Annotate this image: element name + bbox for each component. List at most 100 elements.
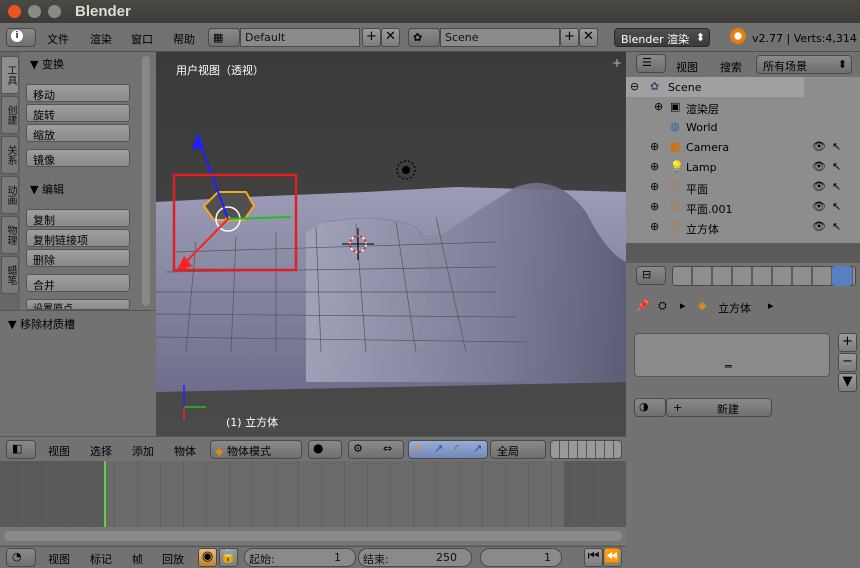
record-icon[interactable]: ◉ — [198, 548, 217, 567]
menu-search[interactable]: 搜索 — [720, 59, 742, 75]
expand-icon[interactable]: ⊕ — [650, 200, 659, 213]
editor-type-button[interactable]: ◧ — [6, 440, 36, 459]
editor-type-button[interactable]: i — [6, 28, 36, 47]
select-cursor-icon[interactable]: ↖ — [832, 220, 841, 233]
translate-button[interactable]: 移动 — [26, 84, 130, 102]
editor-type-button[interactable]: ⊟ — [636, 266, 666, 285]
rotate-button[interactable]: 旋转 — [26, 104, 130, 122]
tab-create[interactable]: 创建 — [1, 96, 19, 134]
maximize-window-button[interactable] — [48, 5, 61, 18]
set-origin-button[interactable]: 设置原点 — [26, 299, 130, 310]
tab-grease-pencil[interactable]: 蜡笔 — [1, 256, 19, 294]
expand-icon[interactable]: ⊕ — [650, 160, 659, 173]
expand-icon[interactable]: ⊕ — [650, 140, 659, 153]
pivot-snap-buttons[interactable]: ⚙ ⇔ — [348, 440, 404, 459]
properties-context-tabs[interactable] — [672, 266, 856, 286]
edit-panel-header[interactable]: ▼ 编辑 — [30, 181, 64, 197]
expand-icon[interactable]: ⊕ — [650, 220, 659, 233]
move-manipulator-icon[interactable]: ↗ — [434, 442, 443, 455]
material-browse-button[interactable]: ◑ — [634, 398, 666, 417]
resize-handle-icon[interactable]: ═ — [725, 360, 732, 373]
select-cursor-icon[interactable]: ↖ — [832, 140, 841, 153]
rotate-manipulator-icon[interactable]: ◜ — [455, 442, 459, 455]
tab-tools[interactable]: 工具 — [1, 56, 19, 94]
remove-material-slot-button[interactable]: − — [838, 353, 857, 372]
scale-manipulator-icon[interactable]: ↗ — [473, 442, 482, 455]
menu-window[interactable]: 窗口 — [131, 31, 153, 47]
mode-dropdown[interactable]: ◆ 物体模式 — [210, 440, 302, 459]
menu-playback[interactable]: 回放 — [162, 551, 184, 567]
current-frame-field[interactable]: 1 — [480, 548, 562, 567]
timeline-scrollbar[interactable] — [4, 531, 622, 541]
delete-screen-button[interactable]: ✕ — [381, 28, 400, 47]
orientation-dropdown[interactable]: 全局 — [490, 440, 546, 459]
menu-help[interactable]: 帮助 — [173, 31, 195, 47]
area-divider[interactable] — [626, 243, 860, 263]
screen-layout-selector[interactable]: ▦ — [208, 28, 240, 47]
scene-field[interactable]: Scene — [440, 28, 560, 47]
menu-frame[interactable]: 帧 — [132, 551, 143, 567]
scale-button[interactable]: 缩放 — [26, 124, 130, 142]
operator-panel-title[interactable]: ▼ 移除材质槽 — [8, 316, 75, 332]
select-cursor-icon[interactable]: ↖ — [832, 180, 841, 193]
select-cursor-icon[interactable]: ↖ — [832, 200, 841, 213]
tab-relations[interactable]: 关系 — [1, 136, 19, 174]
end-frame-field[interactable]: 结束: 250 — [358, 548, 472, 567]
menu-view[interactable]: 视图 — [676, 59, 698, 75]
pin-icon[interactable]: 📌 — [636, 299, 650, 312]
3d-viewport[interactable] — [156, 52, 626, 436]
close-window-button[interactable] — [8, 5, 21, 18]
render-engine-dropdown[interactable]: Blender 渲染 ⬍ — [614, 28, 710, 47]
menu-select[interactable]: 选择 — [90, 443, 112, 459]
screen-layout-field[interactable]: Default — [240, 28, 360, 47]
transform-panel-header[interactable]: ▼ 变换 — [30, 56, 64, 72]
outliner-row-plane-001[interactable]: ⊕ ▽ 平面.001 👁 ↖ — [630, 198, 860, 218]
menu-add[interactable]: 添加 — [132, 443, 154, 459]
mirror-button[interactable]: 镜像 — [26, 149, 130, 167]
visibility-eye-icon[interactable]: 👁 — [812, 160, 826, 173]
visibility-eye-icon[interactable]: 👁 — [812, 220, 826, 233]
delete-scene-button[interactable]: ✕ — [579, 28, 598, 47]
material-tab-active[interactable] — [832, 266, 852, 286]
lock-icon[interactable]: 🔒 — [219, 548, 238, 567]
editor-type-button[interactable]: ◔ — [6, 548, 36, 567]
minimize-window-button[interactable] — [28, 5, 41, 18]
visibility-eye-icon[interactable]: 👁 — [812, 180, 826, 193]
collapse-icon[interactable]: ⊖ — [630, 80, 639, 93]
shading-dropdown[interactable]: ● — [308, 440, 342, 459]
menu-render[interactable]: 渲染 — [90, 31, 112, 47]
expand-icon[interactable]: ⊕ — [654, 100, 663, 113]
menu-file[interactable]: 文件 — [47, 31, 69, 47]
outliner-row-plane[interactable]: ⊕ ▽ 平面 👁 ↖ — [630, 178, 860, 198]
visibility-eye-icon[interactable]: 👁 — [812, 140, 826, 153]
tool-shelf-scrollbar[interactable] — [142, 56, 150, 306]
visibility-eye-icon[interactable]: 👁 — [812, 200, 826, 213]
new-material-button[interactable]: + 新建 — [666, 398, 772, 417]
outliner-row-cube[interactable]: ⊕ ▽ 立方体 👁 ↖ — [630, 218, 860, 238]
outliner-row-lamp[interactable]: ⊕ 💡 Lamp 👁 ↖ — [630, 158, 860, 178]
add-material-slot-button[interactable]: + — [838, 333, 857, 352]
outliner-row-render-layer[interactable]: ⊕ ▣ 渲染层 — [630, 98, 860, 118]
join-button[interactable]: 合并 — [26, 274, 130, 292]
current-frame-marker[interactable] — [104, 461, 106, 527]
material-slot-list[interactable]: ═ — [634, 333, 830, 377]
editor-type-button[interactable]: ☰ — [636, 54, 666, 73]
tab-physics[interactable]: 物理 — [1, 216, 19, 254]
add-screen-button[interactable]: + — [362, 28, 381, 47]
outliner-row-camera[interactable]: ⊕ ■ Camera 👁 ↖ — [630, 138, 860, 158]
expand-icon[interactable]: ⊕ — [650, 180, 659, 193]
menu-object[interactable]: 物体 — [174, 443, 196, 459]
add-scene-button[interactable]: + — [560, 28, 579, 47]
start-frame-field[interactable]: 起始: 1 — [244, 548, 356, 567]
outliner-row-world[interactable]: ◍ World — [630, 118, 860, 138]
jump-start-button[interactable]: ⏮ — [584, 548, 603, 567]
display-mode-dropdown[interactable]: 所有场景 ⬍ — [756, 55, 852, 74]
menu-marker[interactable]: 标记 — [90, 551, 112, 567]
duplicate-linked-button[interactable]: 复制链接项 — [26, 229, 130, 247]
duplicate-button[interactable]: 复制 — [26, 209, 130, 227]
outliner-row-scene[interactable]: ⊖ ✿ Scene — [630, 78, 860, 98]
layer-buttons[interactable] — [550, 440, 622, 459]
scene-selector[interactable]: ✿ — [408, 28, 440, 47]
delete-button[interactable]: 删除 — [26, 249, 130, 267]
menu-view[interactable]: 视图 — [48, 443, 70, 459]
